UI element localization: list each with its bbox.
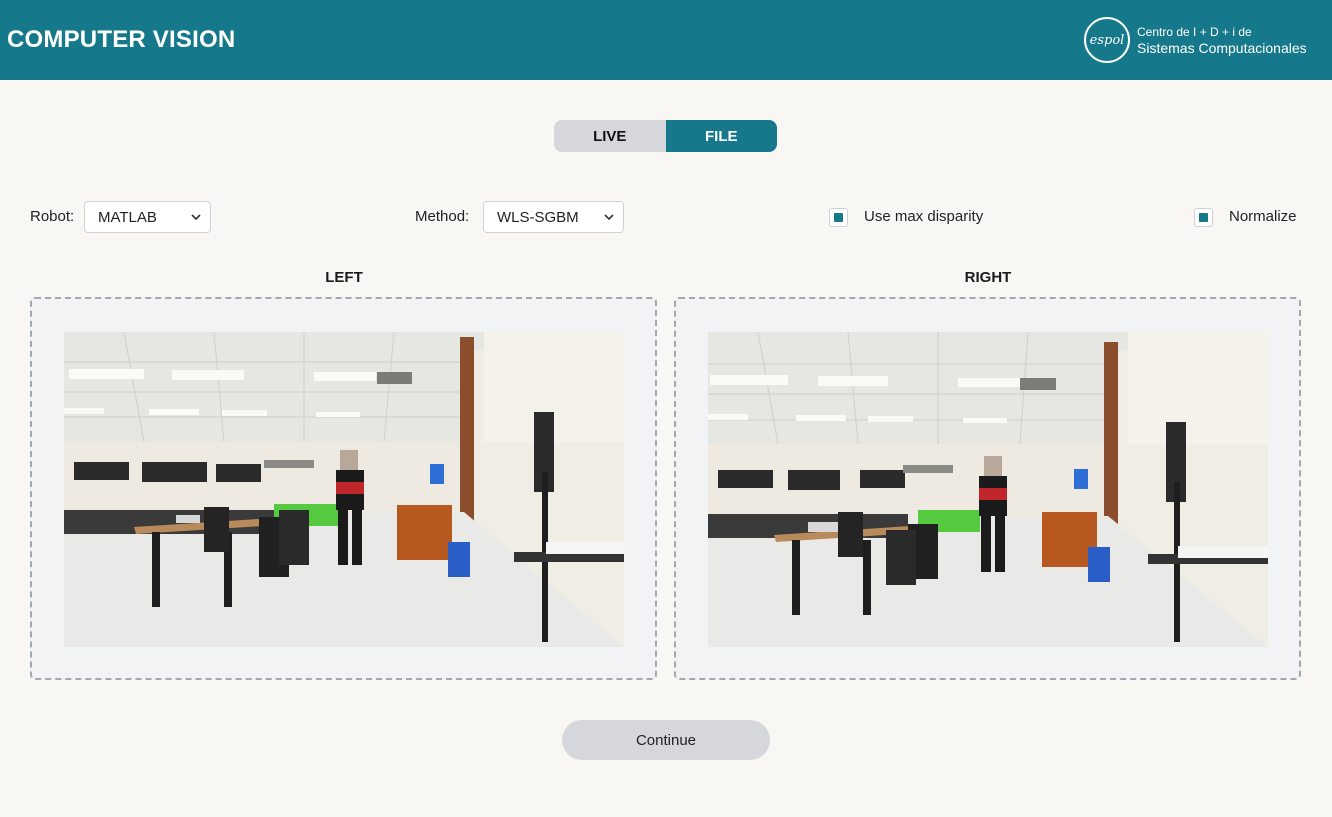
- mode-toggle: LIVE FILE: [554, 120, 777, 152]
- right-panel-title: RIGHT: [964, 269, 1012, 286]
- left-image-dropzone[interactable]: [30, 297, 657, 680]
- app-title: COMPUTER VISION: [7, 26, 236, 53]
- method-select-value: WLS-SGBM: [497, 208, 579, 226]
- right-image-dropzone[interactable]: [674, 297, 1301, 680]
- continue-button[interactable]: Continue: [562, 720, 770, 760]
- espol-logo-icon: espol: [1084, 17, 1130, 63]
- method-select[interactable]: WLS-SGBM: [483, 201, 624, 233]
- robot-label: Robot:: [30, 208, 75, 225]
- right-camera-image: [708, 332, 1268, 647]
- brand: espol Centro de I + D + i de Sistemas Co…: [1084, 17, 1307, 63]
- max-disparity-checkbox[interactable]: [829, 208, 848, 227]
- brand-line-1: Centro de I + D + i de: [1137, 25, 1252, 39]
- chevron-down-icon: [191, 214, 201, 221]
- normalize-checkbox[interactable]: [1194, 208, 1213, 227]
- chevron-down-icon: [604, 214, 614, 221]
- tab-file[interactable]: FILE: [665, 120, 777, 152]
- left-camera-image: [64, 332, 624, 647]
- robot-select[interactable]: MATLAB: [84, 201, 211, 233]
- robot-select-value: MATLAB: [98, 208, 157, 226]
- brand-text: Centro de I + D + i de Sistemas Computac…: [1137, 24, 1307, 56]
- app-header: COMPUTER VISION espol Centro de I + D + …: [0, 0, 1332, 80]
- checkbox-mark: [834, 213, 843, 222]
- brand-line-2: Sistemas Computacionales: [1137, 40, 1307, 56]
- checkbox-mark: [1199, 213, 1208, 222]
- method-label: Method:: [415, 208, 470, 225]
- left-panel-title: LEFT: [325, 269, 363, 286]
- tab-live[interactable]: LIVE: [554, 120, 666, 152]
- max-disparity-label: Use max disparity: [864, 208, 984, 225]
- normalize-label: Normalize: [1229, 208, 1297, 225]
